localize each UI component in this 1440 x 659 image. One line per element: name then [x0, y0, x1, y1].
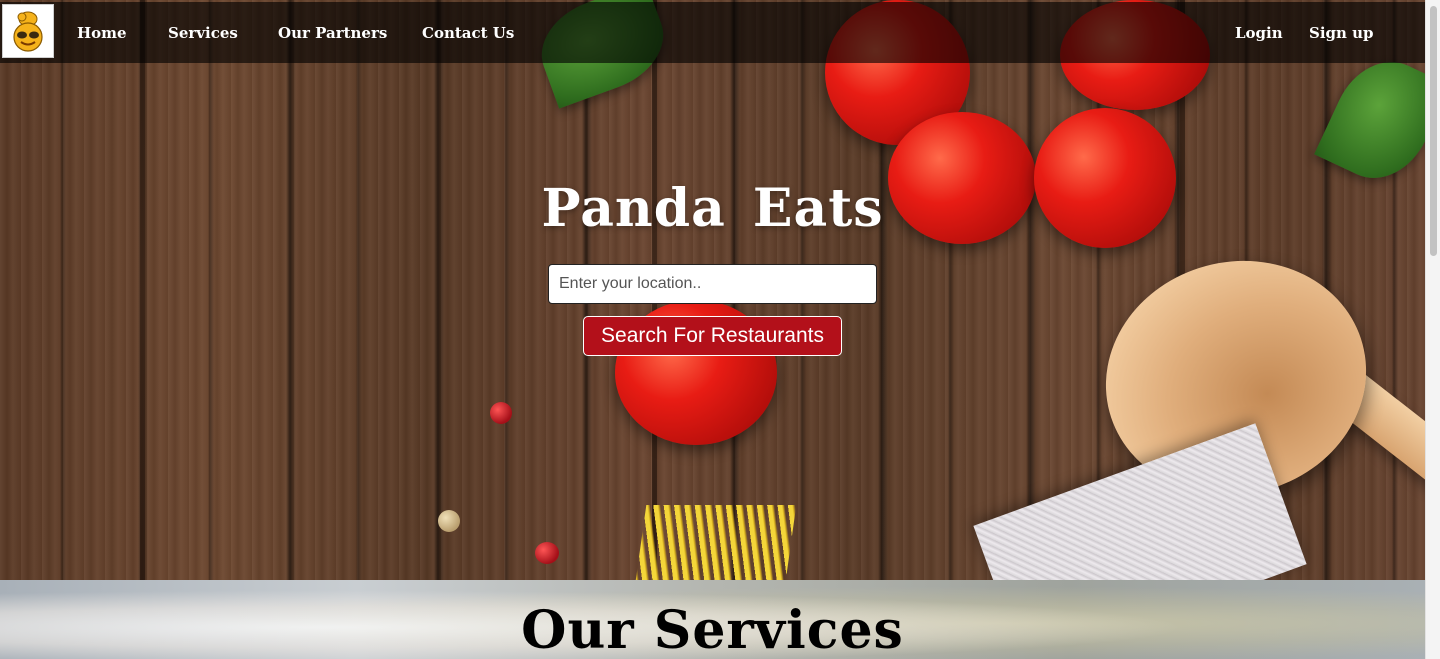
- nav-link-our-partners[interactable]: Our Partners: [278, 2, 387, 63]
- nav-link-sign-up[interactable]: Sign up: [1309, 2, 1374, 63]
- hero-title: Panda Eats: [541, 178, 884, 239]
- peppercorn-image: [438, 510, 460, 532]
- basil-leaf-image: [1314, 45, 1425, 195]
- brand-logo[interactable]: [2, 4, 54, 58]
- location-input[interactable]: [548, 264, 877, 304]
- nav-link-services[interactable]: Services: [168, 2, 238, 63]
- page-scrollbar[interactable]: [1425, 0, 1440, 659]
- nav-link-home[interactable]: Home: [77, 2, 127, 63]
- search-restaurants-button[interactable]: Search For Restaurants: [583, 316, 842, 356]
- peppercorn-image: [490, 402, 512, 424]
- top-navbar: Home Services Our Partners Contact Us Lo…: [0, 2, 1425, 63]
- nav-link-login[interactable]: Login: [1235, 2, 1283, 63]
- wood-plank-seam: [140, 0, 145, 580]
- peppercorn-image: [535, 542, 559, 564]
- panda-chef-icon: [13, 11, 43, 52]
- spaghetti-image: [633, 505, 797, 580]
- scrollbar-thumb[interactable]: [1430, 6, 1437, 256]
- services-section: Our Services: [0, 580, 1425, 659]
- services-title: Our Services: [521, 600, 904, 659]
- nav-link-contact-us[interactable]: Contact Us: [422, 2, 514, 63]
